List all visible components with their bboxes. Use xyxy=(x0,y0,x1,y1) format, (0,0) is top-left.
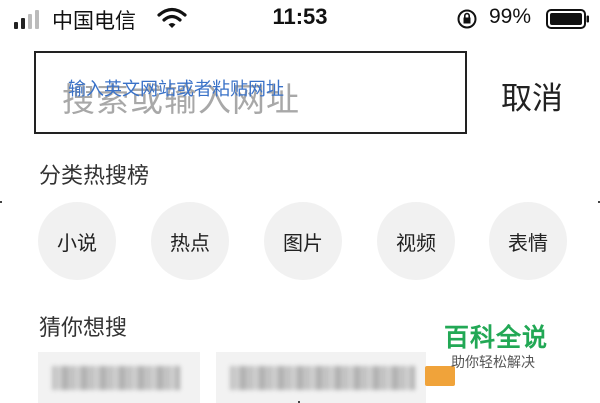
cancel-button[interactable]: 取消 xyxy=(501,73,563,118)
category-chip-emoji[interactable]: 表情 xyxy=(489,202,567,280)
battery-icon xyxy=(546,9,589,29)
section-title-guess: 猜你想搜 xyxy=(39,316,128,341)
suggestion-item[interactable] xyxy=(38,352,200,403)
battery-percent: 99% xyxy=(489,5,532,28)
status-bar: 中国电信 11:53 99% xyxy=(0,0,600,40)
crop-mark xyxy=(0,201,2,203)
watermark-logo: 百科全说 xyxy=(444,323,549,352)
suggestion-item-blurred xyxy=(230,366,415,390)
category-chip-trending[interactable]: 热点 xyxy=(151,202,229,280)
search-input[interactable]: 搜索或输入网址 输入英文网站或者粘贴网址 xyxy=(34,51,467,134)
section-title-categories: 分类热搜榜 xyxy=(39,164,150,189)
category-chip-novel[interactable]: 小说 xyxy=(38,202,116,280)
suggestion-item-blurred xyxy=(52,366,180,390)
suggestion-item[interactable] xyxy=(216,352,426,403)
category-chip-videos[interactable]: 视频 xyxy=(377,202,455,280)
watermark-tagline: 助你轻松解决 xyxy=(451,355,535,371)
category-chip-images[interactable]: 图片 xyxy=(264,202,342,280)
orientation-lock-icon xyxy=(457,9,477,29)
search-hint: 输入英文网站或者粘贴网址 xyxy=(68,79,284,100)
